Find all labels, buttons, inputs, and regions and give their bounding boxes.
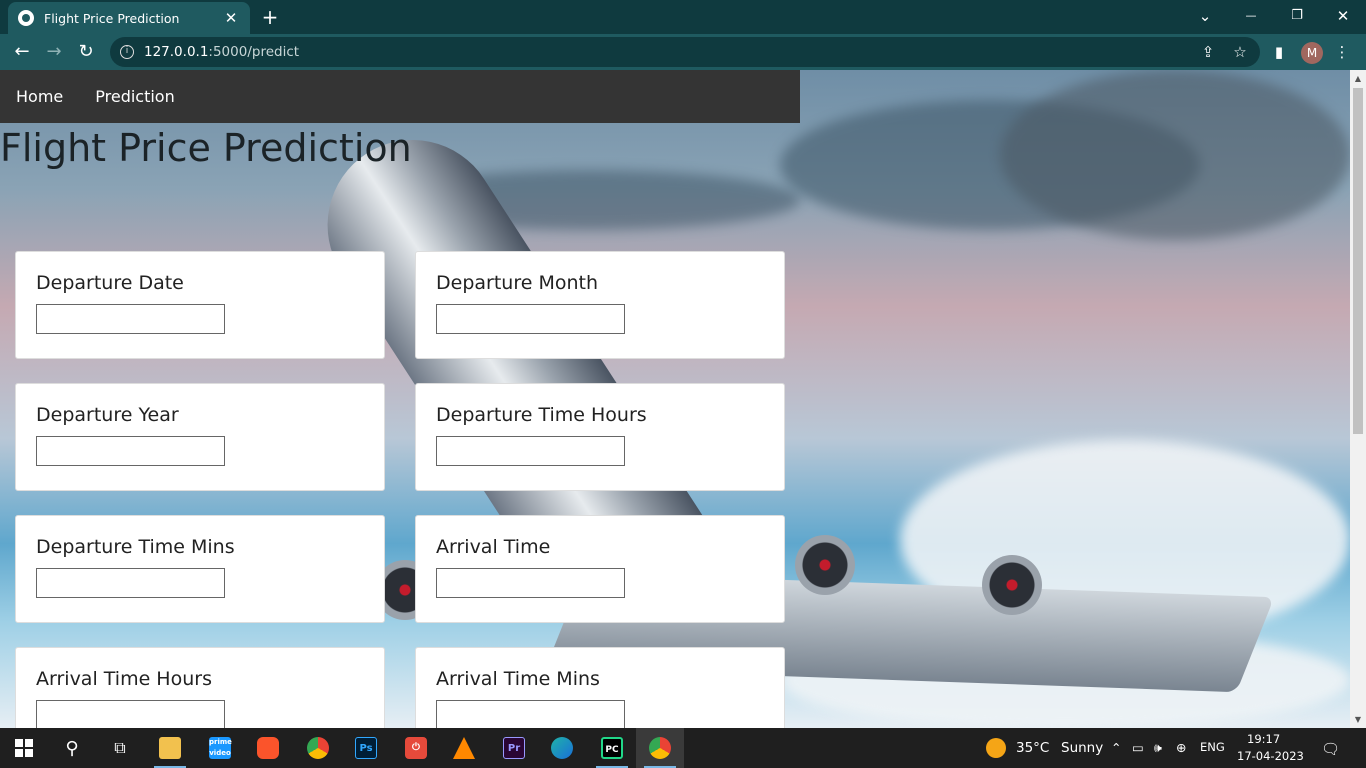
departure-date-input[interactable] bbox=[36, 304, 225, 334]
arrival-time-mins-label: Arrival Time Mins bbox=[436, 668, 600, 690]
vlc-button[interactable] bbox=[440, 728, 488, 768]
scroll-thumb[interactable] bbox=[1353, 88, 1363, 434]
nav-prediction-link[interactable]: Prediction bbox=[79, 87, 190, 106]
scroll-down-arrow-icon[interactable]: ▼ bbox=[1350, 711, 1366, 728]
url-host: 127.0.0.1 bbox=[144, 44, 209, 60]
cloud-shape bbox=[1000, 70, 1350, 240]
premiere-button[interactable]: Pr bbox=[490, 728, 538, 768]
chrome-icon bbox=[649, 737, 671, 759]
back-icon[interactable]: ← bbox=[8, 38, 36, 66]
browser-toolbar: ← → ↻ i 127.0.0.1:5000/predict ⇪ ☆ ▮ M ⋮ bbox=[0, 34, 1366, 70]
page-viewport: Home Prediction Flight Price Prediction … bbox=[0, 70, 1350, 728]
globe-icon bbox=[18, 10, 34, 26]
pycharm-icon: PC bbox=[601, 737, 623, 759]
field-card: Departure Month bbox=[415, 251, 785, 359]
share-icon[interactable]: ⇪ bbox=[1197, 41, 1219, 63]
departure-time-mins-label: Departure Time Mins bbox=[36, 536, 235, 558]
app-button[interactable]: ⏻ bbox=[392, 728, 440, 768]
field-card: Arrival Time bbox=[415, 515, 785, 623]
weather-condition[interactable]: Sunny bbox=[1061, 740, 1103, 756]
field-card: Departure Year bbox=[15, 383, 385, 491]
edge-icon bbox=[551, 737, 573, 759]
new-tab-button[interactable]: + bbox=[258, 5, 282, 29]
close-tab-icon[interactable]: ✕ bbox=[222, 9, 240, 27]
battery-icon[interactable]: ▭ bbox=[1132, 740, 1144, 755]
prime-video-icon: prime video bbox=[209, 737, 232, 759]
network-globe-icon[interactable]: ⊕ bbox=[1176, 740, 1186, 755]
tab-search-icon[interactable]: ⌄ bbox=[1182, 0, 1228, 32]
address-bar[interactable]: i 127.0.0.1:5000/predict bbox=[110, 37, 1260, 67]
airplane-engine bbox=[982, 555, 1042, 615]
bookmark-star-icon[interactable]: ☆ bbox=[1229, 41, 1251, 63]
arrival-time-hours-input[interactable] bbox=[36, 700, 225, 728]
clock-time[interactable]: 19:17 bbox=[1247, 732, 1280, 746]
field-card: Departure Time Mins bbox=[15, 515, 385, 623]
airplane-engine bbox=[795, 535, 855, 595]
brave-icon bbox=[257, 737, 279, 759]
arrival-time-hours-label: Arrival Time Hours bbox=[36, 668, 212, 690]
window-close-button[interactable]: ✕ bbox=[1320, 0, 1366, 32]
arrival-time-mins-input[interactable] bbox=[436, 700, 625, 728]
departure-time-hours-label: Departure Time Hours bbox=[436, 404, 647, 426]
sun-weather-icon bbox=[986, 738, 1006, 758]
start-button[interactable] bbox=[0, 728, 48, 768]
minimize-button[interactable]: — bbox=[1228, 0, 1274, 32]
notifications-icon[interactable]: 🗨 bbox=[1321, 740, 1340, 758]
chrome-profile-button[interactable] bbox=[636, 728, 684, 768]
page-scrollbar[interactable]: ▲ ▼ bbox=[1350, 70, 1366, 728]
arrival-time-label: Arrival Time bbox=[436, 536, 551, 558]
departure-month-label: Departure Month bbox=[436, 272, 599, 294]
departure-month-input[interactable] bbox=[436, 304, 625, 334]
departure-date-label: Departure Date bbox=[36, 272, 184, 294]
chrome-icon bbox=[307, 737, 329, 759]
browser-tab[interactable]: Flight Price Prediction ✕ bbox=[8, 2, 250, 34]
restore-button[interactable]: ❐ bbox=[1274, 0, 1320, 32]
forward-icon[interactable]: → bbox=[40, 38, 68, 66]
weather-temp[interactable]: 35°C bbox=[1016, 740, 1049, 756]
site-navbar: Home Prediction bbox=[0, 70, 800, 123]
departure-year-label: Departure Year bbox=[36, 404, 179, 426]
departure-time-mins-input[interactable] bbox=[36, 568, 225, 598]
clock-date[interactable]: 17-04-2023 bbox=[1237, 749, 1304, 763]
windows-taskbar: ⚲ ⧉ prime video Ps ⏻ Pr PC 35°C Sunny ⌃ ▭… bbox=[0, 728, 1366, 768]
menu-kebab-icon[interactable]: ⋮ bbox=[1331, 41, 1353, 63]
search-icon[interactable]: ⚲ bbox=[48, 728, 96, 768]
browser-tab-bar: Flight Price Prediction ✕ + ⌄ — ❐ ✕ bbox=[0, 0, 1366, 34]
departure-time-hours-input[interactable] bbox=[436, 436, 625, 466]
vlc-icon bbox=[453, 737, 475, 759]
show-hidden-icons-icon[interactable]: ⌃ bbox=[1111, 740, 1121, 755]
folder-icon bbox=[159, 737, 181, 759]
edge-button[interactable] bbox=[538, 728, 586, 768]
departure-year-input[interactable] bbox=[36, 436, 225, 466]
reload-icon[interactable]: ↻ bbox=[72, 38, 100, 66]
system-tray: 35°C Sunny ⌃ ▭ 🕪 ⊕ ENG 19:17 17-04-2023 … bbox=[976, 728, 1366, 768]
windows-icon bbox=[15, 739, 33, 757]
tab-title: Flight Price Prediction bbox=[44, 10, 180, 26]
pycharm-button[interactable]: PC bbox=[588, 728, 636, 768]
power-icon: ⏻ bbox=[405, 737, 427, 759]
nav-home-link[interactable]: Home bbox=[0, 87, 79, 106]
field-card: Departure Time Hours bbox=[415, 383, 785, 491]
side-panel-icon[interactable]: ▮ bbox=[1268, 41, 1290, 63]
arrival-time-input[interactable] bbox=[436, 568, 625, 598]
field-card: Arrival Time Mins bbox=[415, 647, 785, 728]
field-card: Arrival Time Hours bbox=[15, 647, 385, 728]
photoshop-button[interactable]: Ps bbox=[342, 728, 390, 768]
scroll-up-arrow-icon[interactable]: ▲ bbox=[1350, 70, 1366, 87]
prime-video-button[interactable]: prime video bbox=[196, 728, 244, 768]
photoshop-icon: Ps bbox=[355, 737, 377, 759]
file-explorer-button[interactable] bbox=[146, 728, 194, 768]
field-card: Departure Date bbox=[15, 251, 385, 359]
brave-button[interactable] bbox=[244, 728, 292, 768]
task-view-icon[interactable]: ⧉ bbox=[96, 728, 144, 768]
premiere-icon: Pr bbox=[503, 737, 525, 759]
chrome-button[interactable] bbox=[294, 728, 342, 768]
site-info-icon[interactable]: i bbox=[120, 45, 134, 59]
profile-avatar[interactable]: M bbox=[1301, 42, 1323, 64]
language-indicator[interactable]: ENG bbox=[1200, 740, 1225, 754]
page-title: Flight Price Prediction bbox=[0, 126, 412, 170]
volume-icon[interactable]: 🕪 bbox=[1154, 740, 1162, 756]
url-path: :5000/predict bbox=[208, 44, 300, 60]
